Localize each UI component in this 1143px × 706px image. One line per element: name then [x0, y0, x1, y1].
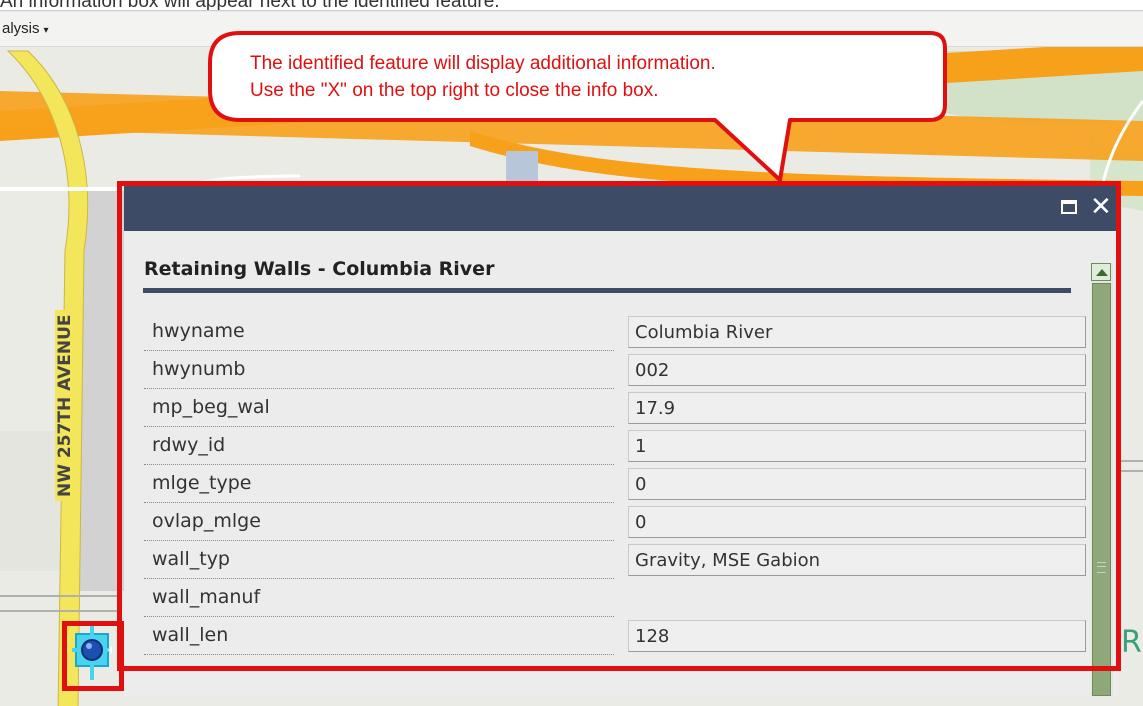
attribute-value: Gravity, MSE Gabion	[628, 544, 1086, 576]
map-edge-label: R	[1121, 625, 1142, 660]
table-row: hwyname Columbia River	[144, 314, 1088, 352]
close-icon[interactable]: ✕	[1090, 192, 1112, 222]
attribute-name: mlge_type	[144, 466, 614, 503]
table-row: wall_len 128	[144, 618, 1088, 656]
attribute-name: mp_beg_wal	[144, 390, 614, 427]
table-row: rdwy_id 1	[144, 428, 1088, 466]
attribute-table: hwyname Columbia River hwynumb 002 mp_be…	[144, 314, 1088, 656]
info-popup: ✕ Retaining Walls - Columbia River hwyna…	[124, 186, 1118, 696]
table-row: wall_typ Gravity, MSE Gabion	[144, 542, 1088, 580]
attribute-value: Columbia River	[628, 316, 1086, 348]
callout-line: The identified feature will display addi…	[250, 53, 716, 74]
table-row: mp_beg_wal 17.9	[144, 390, 1088, 428]
attribute-value	[628, 582, 1086, 614]
attribute-value: 17.9	[628, 392, 1086, 424]
callout-line: Use the "X" on the top right to close th…	[250, 80, 659, 101]
attribute-name: wall_len	[144, 618, 614, 655]
identified-feature-marker-icon[interactable]	[72, 626, 112, 680]
attribute-name: rdwy_id	[144, 428, 614, 465]
popup-header: ✕	[124, 186, 1118, 231]
attribute-name: hwyname	[144, 314, 614, 351]
table-row: hwynumb 002	[144, 352, 1088, 390]
attribute-name: wall_manuf	[144, 580, 614, 617]
attribute-value: 0	[628, 506, 1086, 538]
attribute-name: wall_typ	[144, 542, 614, 579]
table-row: wall_manuf	[144, 580, 1088, 618]
attribute-value: 1	[628, 430, 1086, 462]
grip-icon	[1097, 562, 1106, 573]
attribute-value: 128	[628, 620, 1086, 652]
table-row: mlge_type 0	[144, 466, 1088, 504]
scroll-up-icon[interactable]	[1091, 263, 1111, 281]
title-divider	[143, 288, 1071, 293]
scroll-thumb[interactable]	[1092, 283, 1111, 696]
street-label: NW 257TH AVENUE	[55, 310, 75, 501]
attribute-name: ovlap_mlge	[144, 504, 614, 541]
callout-text: The identified feature will display addi…	[250, 50, 910, 104]
popup-title: Retaining Walls - Columbia River	[144, 258, 495, 280]
attribute-name: hwynumb	[144, 352, 614, 389]
maximize-icon[interactable]	[1061, 200, 1077, 214]
attribute-value: 002	[628, 354, 1086, 386]
attribute-value: 0	[628, 468, 1086, 500]
popup-scrollbar[interactable]	[1091, 263, 1113, 696]
table-row: ovlap_mlge 0	[144, 504, 1088, 542]
